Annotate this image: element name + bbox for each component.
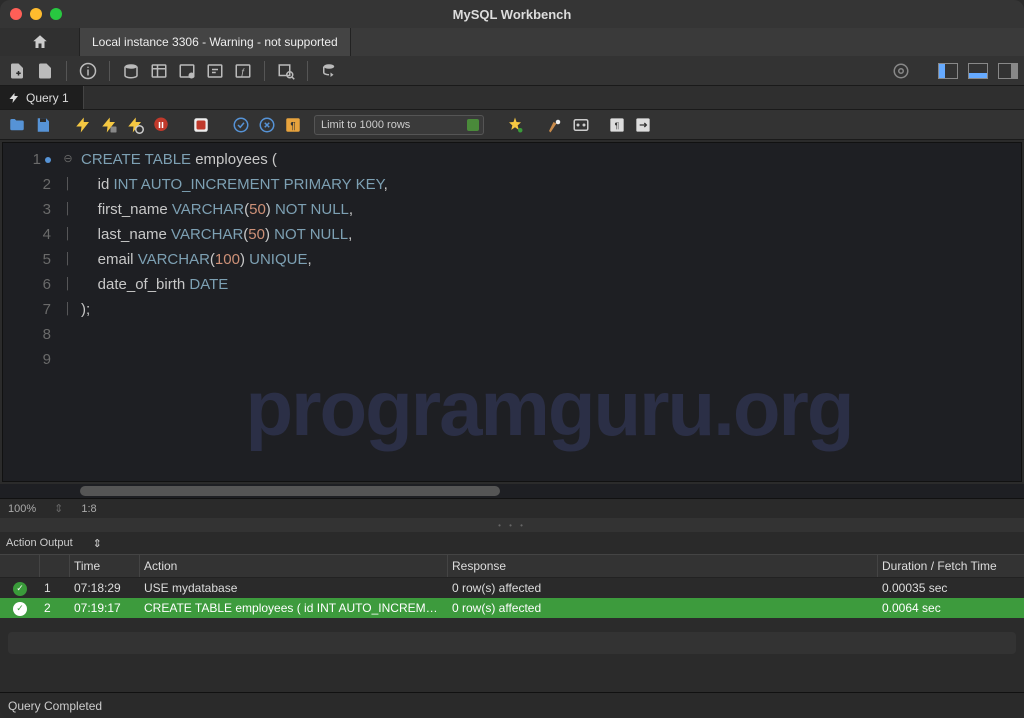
output-details-bar: [8, 632, 1016, 654]
code-area[interactable]: programguru.org CREATE TABLE employees (…: [77, 143, 1021, 481]
scrollbar-thumb[interactable]: [80, 486, 500, 496]
find-button[interactable]: [544, 114, 566, 136]
footer-statusbar: Query Completed: [0, 692, 1024, 718]
limit-rows-label: Limit to 1000 rows: [321, 119, 410, 131]
new-schema-button[interactable]: [120, 60, 142, 82]
home-tab[interactable]: [0, 28, 80, 56]
zoom-level[interactable]: 100%: [8, 503, 36, 515]
watermark-text: programguru.org: [77, 363, 1021, 454]
new-function-button[interactable]: ƒ: [232, 60, 254, 82]
stop-button[interactable]: [150, 114, 172, 136]
col-duration[interactable]: Duration / Fetch Time: [878, 555, 1024, 577]
output-rows: ✓107:18:29USE mydatabase0 row(s) affecte…: [0, 578, 1024, 618]
output-type-dropdown[interactable]: Action Output: [6, 537, 73, 549]
wrap-button[interactable]: ¶: [606, 114, 628, 136]
open-sql-file-button[interactable]: [34, 60, 56, 82]
footer-status-text: Query Completed: [8, 699, 102, 713]
col-action[interactable]: Action: [140, 555, 448, 577]
rollback-button[interactable]: [256, 114, 278, 136]
output-row[interactable]: ✓107:18:29USE mydatabase0 row(s) affecte…: [0, 578, 1024, 598]
window-title: MySQL Workbench: [0, 7, 1024, 22]
settings-button[interactable]: [890, 60, 912, 82]
limit-rows-dropdown[interactable]: Limit to 1000 rows: [314, 115, 484, 135]
new-table-button[interactable]: [148, 60, 170, 82]
query-toolbar: ¶ Limit to 1000 rows ¶: [0, 110, 1024, 140]
query-tab-label: Query 1: [26, 91, 69, 105]
execute-button[interactable]: [72, 114, 94, 136]
toggle-left-panel-button[interactable]: [938, 63, 958, 79]
toggle-whitespace-button[interactable]: ¶: [282, 114, 304, 136]
search-table-button[interactable]: [275, 60, 297, 82]
output-header: Action Output⇕: [0, 532, 1024, 554]
line-gutter: 123456789: [3, 143, 59, 481]
window-controls: [10, 8, 62, 20]
lightning-icon: [8, 92, 20, 104]
home-icon: [31, 33, 49, 51]
save-file-button[interactable]: [32, 114, 54, 136]
toggle-autocommit-button[interactable]: [190, 114, 212, 136]
beautify-button[interactable]: [504, 114, 526, 136]
toggle-bottom-panel-button[interactable]: [968, 63, 988, 79]
titlebar: MySQL Workbench: [0, 0, 1024, 28]
new-view-button[interactable]: [176, 60, 198, 82]
execute-current-button[interactable]: [98, 114, 120, 136]
col-response[interactable]: Response: [448, 555, 878, 577]
snippets-button[interactable]: [570, 114, 592, 136]
open-file-button[interactable]: [6, 114, 28, 136]
panel-divider[interactable]: • • •: [0, 518, 1024, 532]
toggle-right-panel-button[interactable]: [998, 63, 1018, 79]
editor-hscrollbar[interactable]: [0, 484, 1024, 498]
explain-button[interactable]: [124, 114, 146, 136]
output-row[interactable]: ✓207:19:17CREATE TABLE employees ( id IN…: [0, 598, 1024, 618]
inspector-button[interactable]: [77, 60, 99, 82]
commit-button[interactable]: [230, 114, 252, 136]
new-procedure-button[interactable]: [204, 60, 226, 82]
minimize-window-button[interactable]: [30, 8, 42, 20]
svg-text:¶: ¶: [615, 120, 620, 130]
editor-statusbar: 100% ⇕ 1:8: [0, 498, 1024, 518]
col-time[interactable]: Time: [70, 555, 140, 577]
query-tab[interactable]: Query 1: [0, 86, 84, 109]
connection-tab-row: Local instance 3306 - Warning - not supp…: [0, 28, 1024, 56]
svg-text:ƒ: ƒ: [240, 66, 245, 76]
svg-text:¶: ¶: [290, 120, 295, 131]
invisible-chars-button[interactable]: [632, 114, 654, 136]
fold-gutter: ⊖││││││: [59, 143, 77, 481]
cursor-position: 1:8: [81, 503, 96, 515]
connection-tab[interactable]: Local instance 3306 - Warning - not supp…: [80, 28, 351, 56]
sql-editor[interactable]: 123456789 ⊖││││││ programguru.org CREATE…: [2, 142, 1022, 482]
connection-tab-label: Local instance 3306 - Warning - not supp…: [92, 35, 338, 49]
reconnect-button[interactable]: [318, 60, 340, 82]
query-tabs: Query 1: [0, 86, 1024, 110]
close-window-button[interactable]: [10, 8, 22, 20]
output-table-header: Time Action Response Duration / Fetch Ti…: [0, 554, 1024, 578]
maximize-window-button[interactable]: [50, 8, 62, 20]
main-toolbar: ƒ: [0, 56, 1024, 86]
new-sql-tab-button[interactable]: [6, 60, 28, 82]
